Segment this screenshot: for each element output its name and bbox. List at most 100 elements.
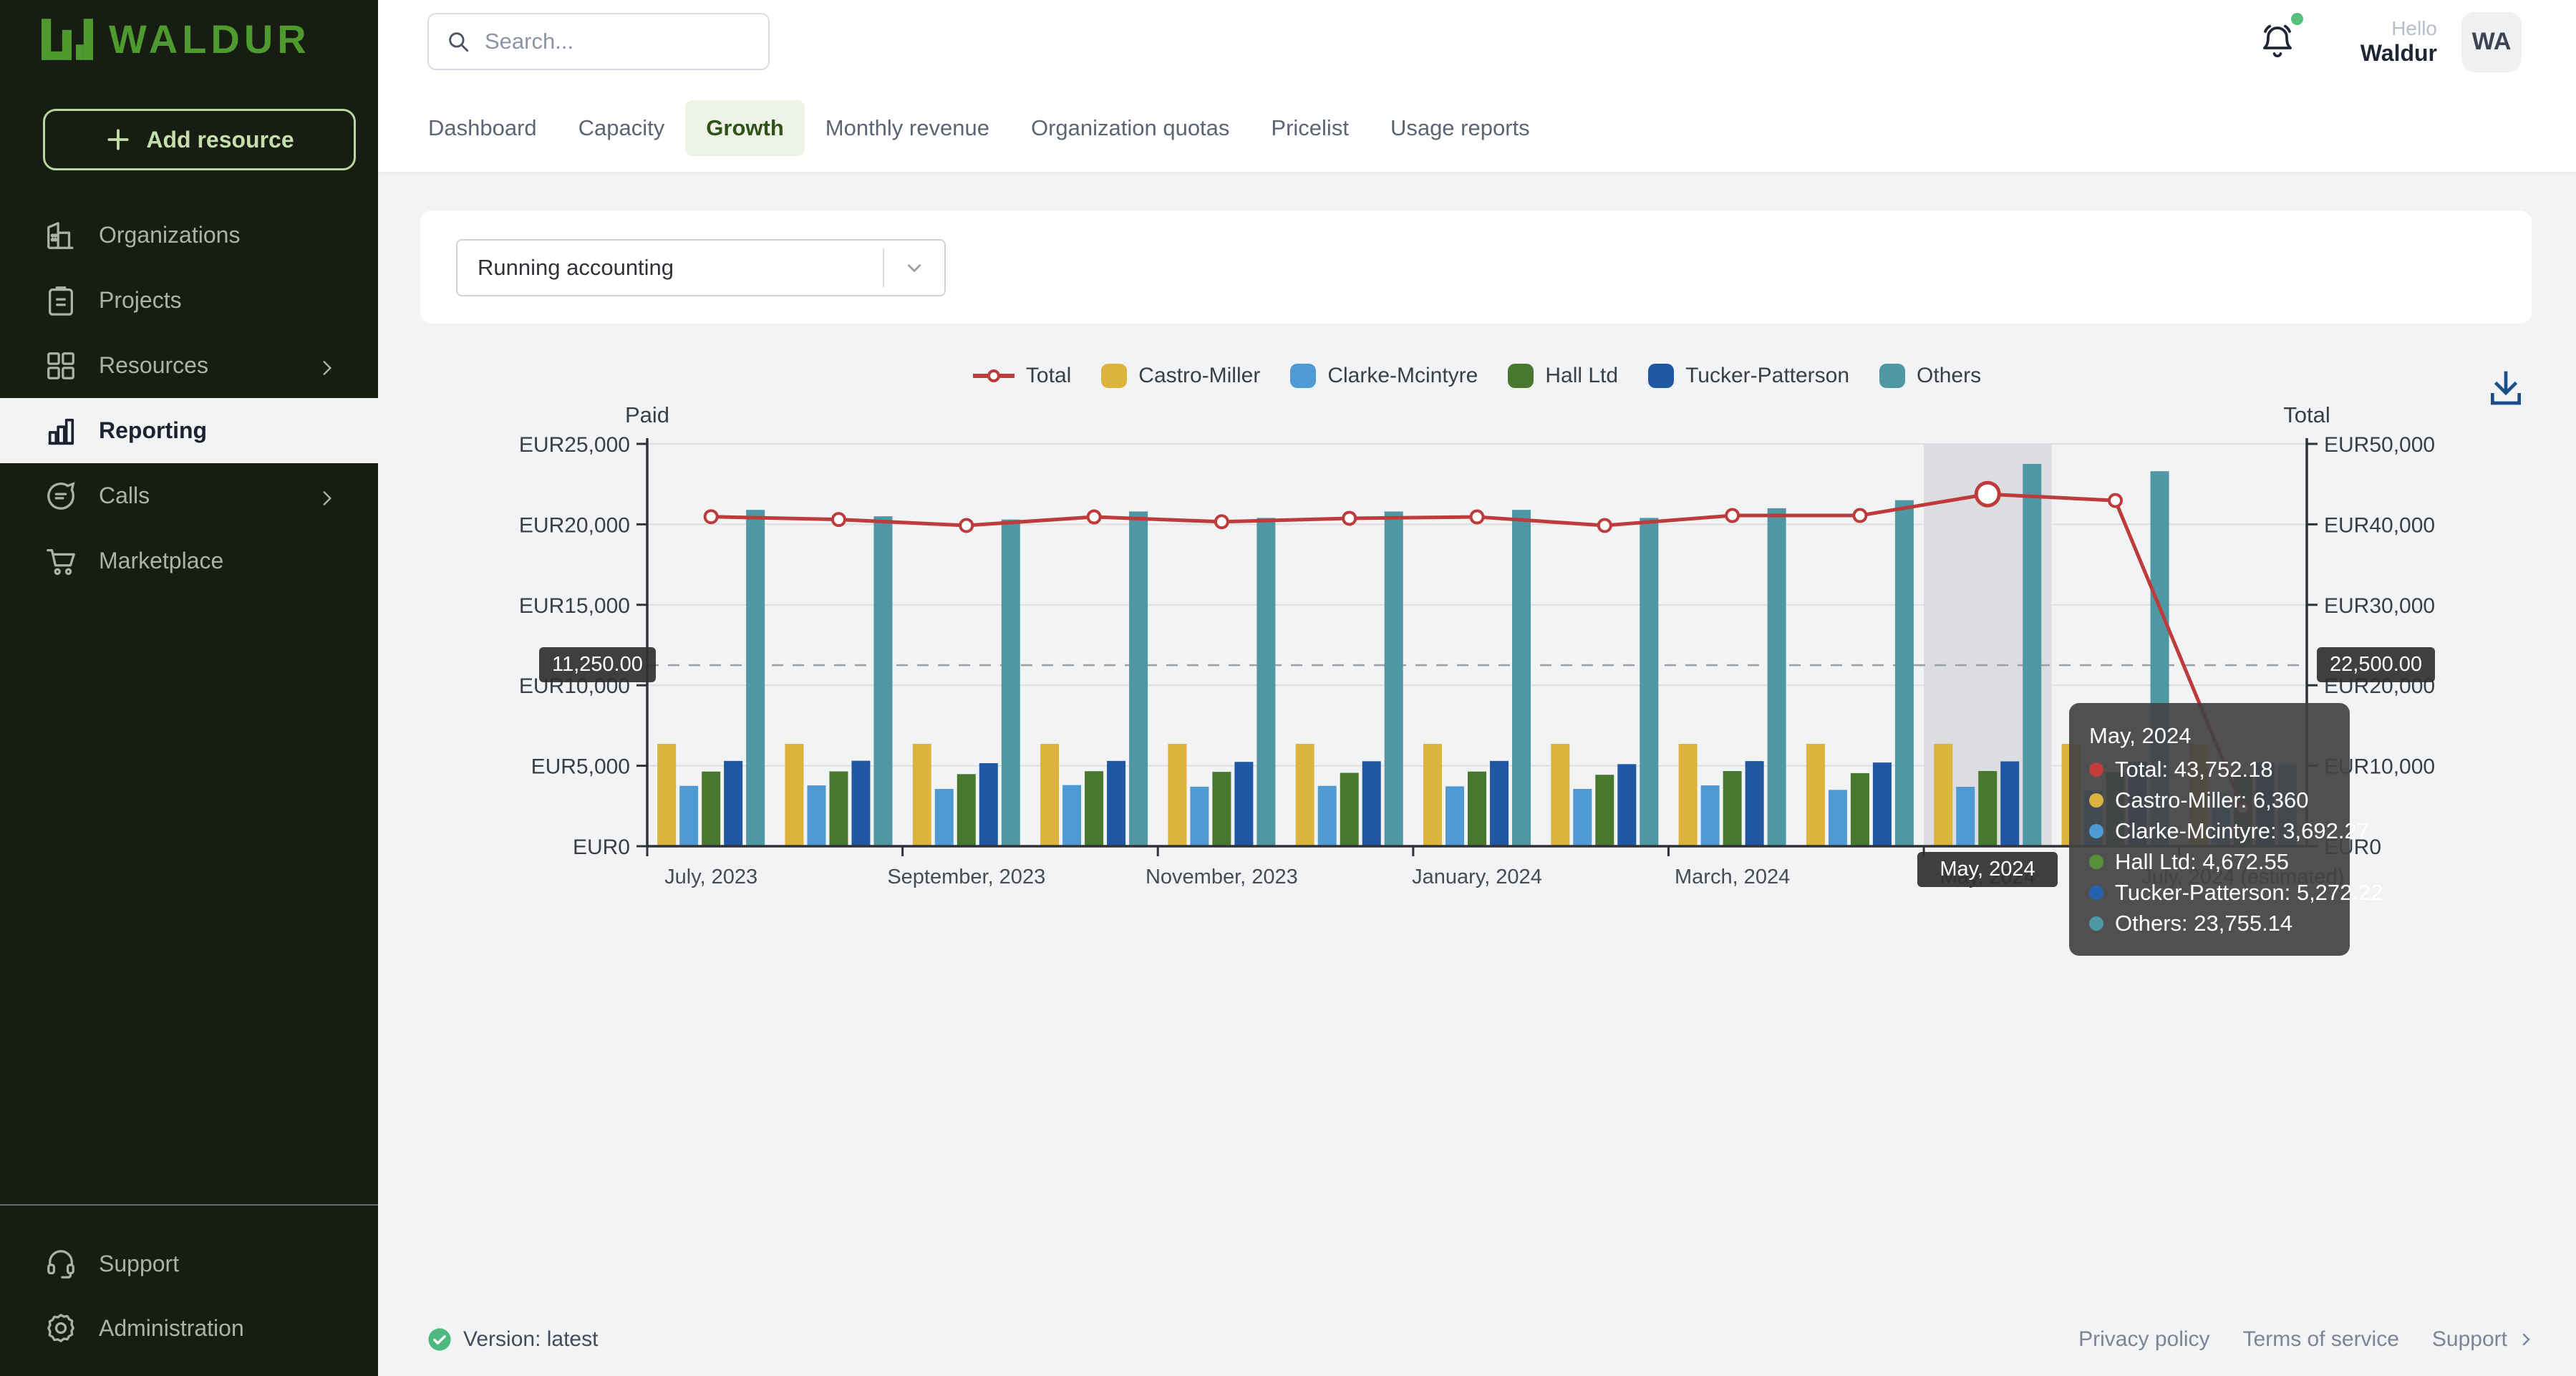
download-chart-button[interactable] — [2486, 368, 2526, 408]
check-circle-icon — [427, 1327, 452, 1352]
axis-pointer-label: May, 2024 — [1917, 852, 2058, 887]
sidebar: WALDUR Add resource Organizations Projec… — [0, 0, 378, 1376]
svg-text:September, 2023: September, 2023 — [887, 866, 1045, 888]
support-link-label: Support — [2432, 1327, 2507, 1352]
headset-icon — [44, 1247, 77, 1280]
tab-growth[interactable]: Growth — [685, 100, 805, 156]
sidebar-item-calls[interactable]: Calls — [0, 463, 378, 528]
bar-chart-icon — [44, 415, 77, 447]
svg-text:March, 2024: March, 2024 — [1675, 866, 1790, 888]
svg-text:EUR40,000: EUR40,000 — [2324, 513, 2435, 537]
bell-icon — [2259, 21, 2296, 63]
tooltip-text: Clarke-Mcintyre: 3,692.27 — [2115, 815, 2369, 846]
version-info: Version: latest — [427, 1327, 598, 1352]
avatar[interactable]: WA — [2461, 12, 2522, 72]
gear-icon — [44, 1312, 77, 1344]
svg-text:EUR5,000: EUR5,000 — [531, 755, 630, 779]
content: Running accounting Total Castro-Miller C… — [378, 172, 2576, 1376]
sidebar-item-label: Calls — [99, 483, 150, 509]
sidebar-divider — [0, 1204, 378, 1206]
sidebar-item-marketplace[interactable]: Marketplace — [0, 528, 378, 593]
greeting-text: Hello — [2360, 17, 2437, 40]
sidebar-item-support[interactable]: Support — [0, 1231, 378, 1296]
svg-text:EUR50,000: EUR50,000 — [2324, 433, 2435, 457]
tooltip-text: Tucker-Patterson: 5,272.22 — [2115, 877, 2383, 908]
tab-capacity[interactable]: Capacity — [558, 100, 686, 156]
svg-text:EUR0: EUR0 — [573, 835, 630, 859]
terms-of-service-link[interactable]: Terms of service — [2243, 1327, 2399, 1352]
sidebar-item-label: Support — [99, 1251, 179, 1277]
tooltip-text: Castro-Miller: 6,360 — [2115, 785, 2308, 815]
topbar-right: Hello Waldur WA — [2259, 0, 2522, 84]
series-dot — [2089, 886, 2103, 900]
notification-dot — [2291, 13, 2303, 25]
sidebar-item-label: Marketplace — [99, 548, 223, 574]
download-icon — [2486, 368, 2526, 408]
privacy-policy-link[interactable]: Privacy policy — [2078, 1327, 2209, 1352]
tooltip-row: Castro-Miller: 6,360 — [2089, 785, 2330, 815]
sidebar-item-label: Projects — [99, 287, 182, 314]
svg-text:January, 2024: January, 2024 — [1412, 866, 1542, 888]
chart-tooltip: May, 2024 Total: 43,752.18 Castro-Miller… — [2069, 703, 2350, 956]
svg-text:November, 2023: November, 2023 — [1146, 866, 1298, 888]
series-dot — [2089, 916, 2103, 931]
tooltip-row: Others: 23,755.14 — [2089, 908, 2330, 939]
footer-links: Privacy policy Terms of service Support — [2078, 1327, 2534, 1352]
series-dot — [2089, 824, 2103, 838]
chevron-right-icon — [318, 487, 336, 505]
sidebar-item-resources[interactable]: Resources — [0, 333, 378, 398]
sidebar-item-label: Organizations — [99, 222, 240, 248]
search-icon — [446, 29, 470, 54]
notifications-button[interactable] — [2259, 21, 2296, 63]
svg-text:EUR30,000: EUR30,000 — [2324, 594, 2435, 618]
support-link[interactable]: Support — [2432, 1327, 2534, 1352]
version-text: Version: latest — [463, 1327, 598, 1352]
chevron-right-icon — [2517, 1331, 2534, 1348]
select-value: Running accounting — [457, 255, 883, 281]
topbar: Hello Waldur WA — [378, 0, 2576, 84]
username-text: Waldur — [2360, 40, 2437, 67]
search-input[interactable] — [485, 29, 751, 54]
series-dot — [2089, 762, 2103, 777]
tooltip-row: Clarke-Mcintyre: 3,692.27 — [2089, 815, 2330, 846]
svg-text:July, 2023: July, 2023 — [664, 866, 757, 888]
series-dot — [2089, 793, 2103, 808]
svg-text:EUR15,000: EUR15,000 — [519, 594, 630, 618]
tab-usage-reports[interactable]: Usage reports — [1370, 100, 1551, 156]
tooltip-row: Total: 43,752.18 — [2089, 754, 2330, 785]
waldur-logo[interactable]: WALDUR — [42, 16, 311, 62]
filter-card: Running accounting — [420, 210, 2532, 324]
sidebar-bottom: Support Administration — [0, 1204, 378, 1376]
plus-icon — [105, 126, 132, 153]
tooltip-text: Hall Ltd: 4,672.55 — [2115, 846, 2289, 877]
series-dot — [2089, 855, 2103, 869]
user-greeting[interactable]: Hello Waldur — [2360, 17, 2437, 67]
tabbar: Dashboard Capacity Growth Monthly revenu… — [378, 84, 2576, 172]
clipboard-icon — [44, 284, 77, 317]
tab-organization-quotas[interactable]: Organization quotas — [1010, 100, 1250, 156]
tooltip-title: May, 2024 — [2089, 720, 2330, 751]
tab-monthly-revenue[interactable]: Monthly revenue — [805, 100, 1010, 156]
sidebar-item-administration[interactable]: Administration — [0, 1296, 378, 1360]
logo-text: WALDUR — [109, 16, 311, 62]
add-resource-button[interactable]: Add resource — [43, 109, 356, 170]
sidebar-item-label: Resources — [99, 352, 208, 379]
chevron-down-icon — [884, 258, 944, 277]
tab-dashboard[interactable]: Dashboard — [407, 100, 558, 156]
accounting-mode-select[interactable]: Running accounting — [456, 239, 946, 296]
sidebar-item-organizations[interactable]: Organizations — [0, 203, 378, 268]
threshold-label-left: 11,250.00 — [539, 647, 656, 682]
footer: Version: latest Privacy policy Terms of … — [378, 1314, 2576, 1365]
svg-text:EUR20,000: EUR20,000 — [519, 513, 630, 537]
chevron-right-icon — [318, 357, 336, 375]
tooltip-text: Others: 23,755.14 — [2115, 908, 2292, 939]
sidebar-item-projects[interactable]: Projects — [0, 268, 378, 333]
svg-text:EUR25,000: EUR25,000 — [519, 433, 630, 457]
tab-pricelist[interactable]: Pricelist — [1250, 100, 1370, 156]
tooltip-row: Hall Ltd: 4,672.55 — [2089, 846, 2330, 877]
grid-icon — [44, 349, 77, 382]
building-icon — [44, 219, 77, 252]
sidebar-item-reporting[interactable]: Reporting — [0, 398, 378, 463]
sidebar-item-label: Administration — [99, 1315, 244, 1342]
growth-chart-area: Total Castro-Miller Clarke-Mcintyre Hall… — [378, 336, 2576, 938]
